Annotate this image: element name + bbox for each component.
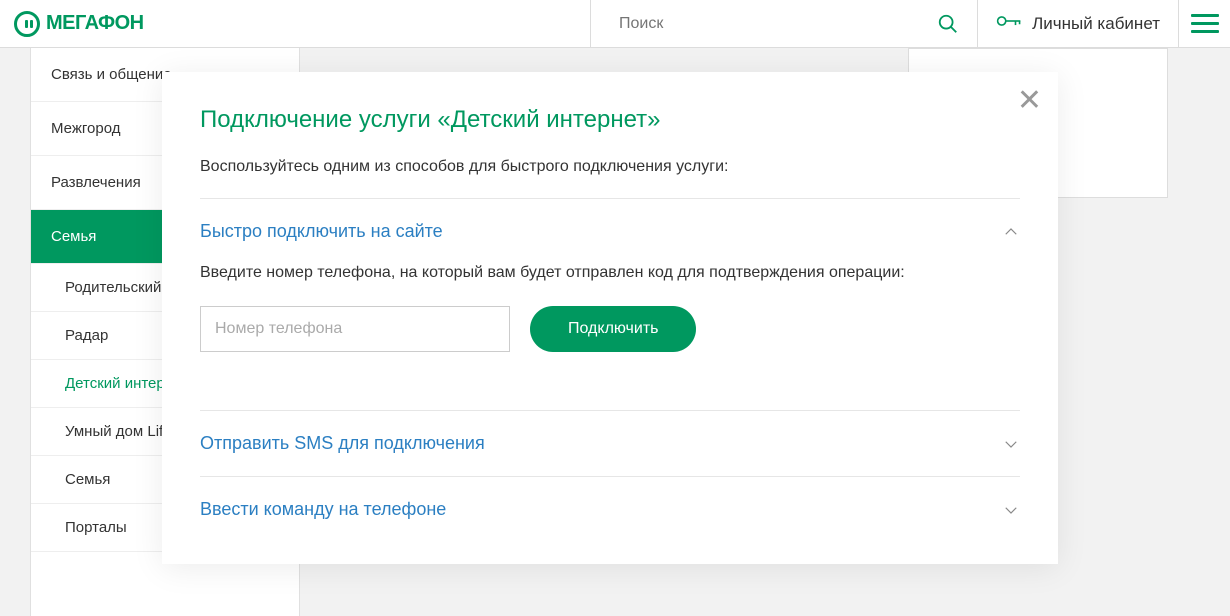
modal-intro: Воспользуйтесь одним из способов для быс… (200, 158, 1020, 176)
accordion-send-sms[interactable]: Отправить SMS для подключения (200, 410, 1020, 476)
logo-icon (14, 11, 40, 37)
accordion-title: Ввести команду на телефоне (200, 499, 446, 520)
connect-service-modal: ✕ Подключение услуги «Детский интернет» … (162, 72, 1058, 564)
chevron-up-icon (1002, 223, 1020, 241)
header: МЕГАФОН Личный кабинет (0, 0, 1230, 48)
close-icon[interactable]: ✕ (1017, 86, 1042, 116)
brand-name: МЕГАФОН (46, 12, 144, 35)
chevron-down-icon (1002, 501, 1020, 519)
hamburger-line-icon (1191, 14, 1219, 17)
accordion-body: Введите номер телефона, на который вам б… (200, 246, 1020, 352)
key-icon (996, 11, 1022, 36)
search-icon[interactable] (937, 13, 959, 35)
accordion-title: Отправить SMS для подключения (200, 433, 485, 454)
accordion-title: Быстро подключить на сайте (200, 221, 443, 242)
modal-title: Подключение услуги «Детский интернет» (200, 106, 1020, 134)
phone-input[interactable] (200, 306, 510, 352)
search-box[interactable] (590, 0, 977, 47)
phone-hint: Введите номер телефона, на который вам б… (200, 264, 1020, 282)
brand-logo[interactable]: МЕГАФОН (0, 11, 590, 37)
hamburger-line-icon (1191, 30, 1219, 33)
cabinet-label: Личный кабинет (1032, 14, 1160, 34)
hamburger-menu[interactable] (1178, 0, 1230, 47)
accordion-phone-command[interactable]: Ввести команду на телефоне (200, 476, 1020, 520)
accordion-quick-connect[interactable]: Быстро подключить на сайте (200, 199, 1020, 246)
personal-cabinet-link[interactable]: Личный кабинет (977, 0, 1178, 47)
hamburger-line-icon (1191, 22, 1219, 25)
search-input[interactable] (619, 15, 937, 33)
chevron-down-icon (1002, 435, 1020, 453)
connect-button[interactable]: Подключить (530, 306, 696, 352)
